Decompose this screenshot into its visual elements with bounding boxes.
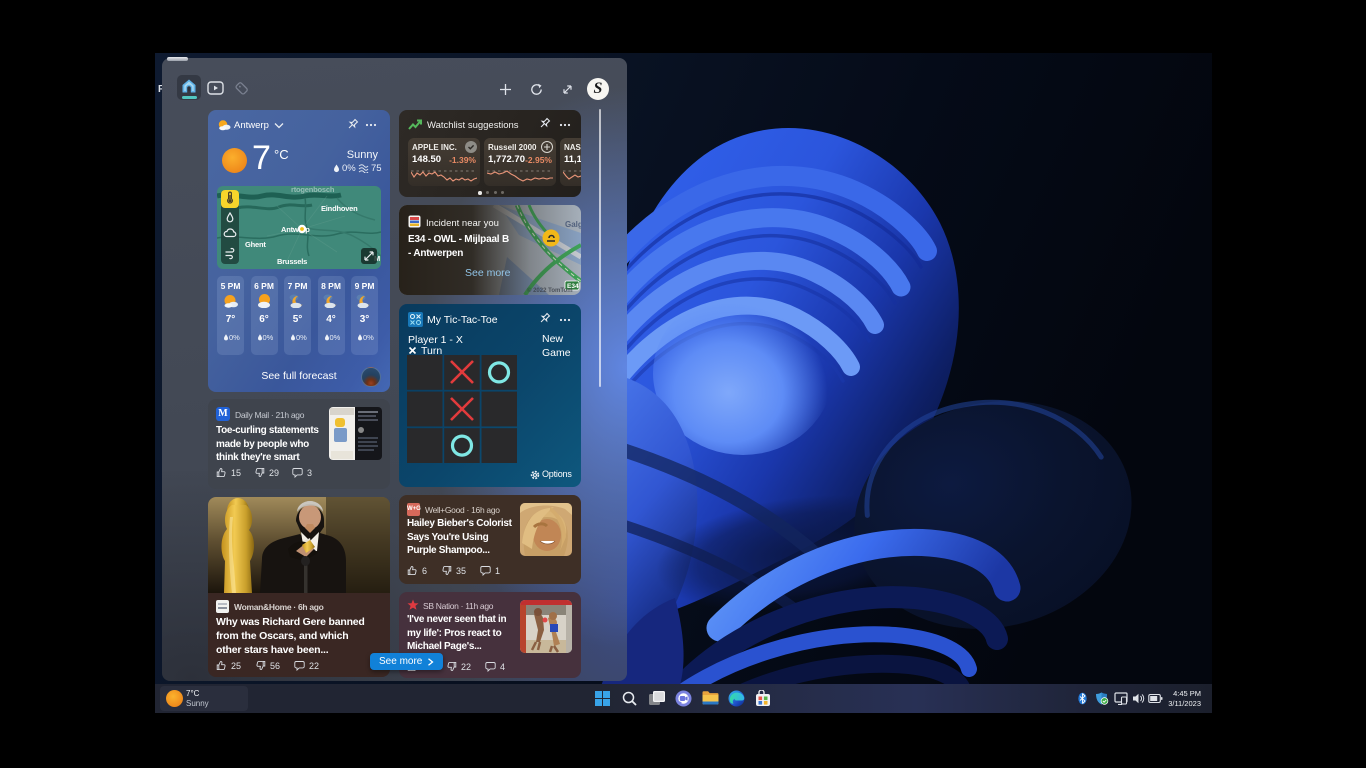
- svg-text:rtogenbosch: rtogenbosch: [291, 186, 335, 194]
- svg-text:Galgew: Galgew: [565, 220, 581, 229]
- svg-text:Eindhoven: Eindhoven: [321, 204, 358, 213]
- svg-text:Ghent: Ghent: [245, 240, 266, 249]
- svg-text:Brussels: Brussels: [277, 257, 307, 266]
- svg-text:© 2022 TomTom: © 2022 TomTom: [527, 287, 573, 294]
